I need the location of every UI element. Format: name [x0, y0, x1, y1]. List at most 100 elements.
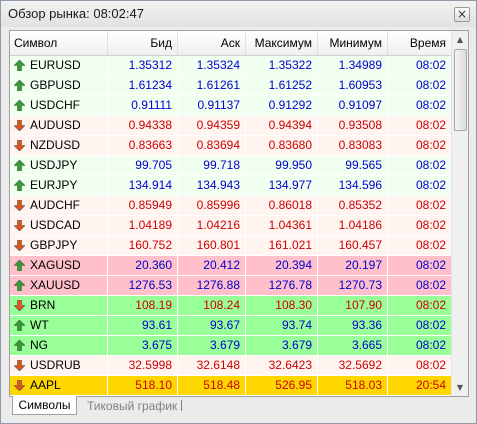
table-row[interactable]: AUDCHF 0.85949 0.85996 0.86018 0.85352 08:02: [10, 196, 451, 216]
table-body: EURUSD 1.35312 1.35324 1.35322 1.34989 08:02 G…: [10, 56, 451, 396]
column-header-symbol[interactable]: Символ: [10, 31, 108, 55]
bid-cell: 0.83663: [108, 136, 178, 155]
min-cell: 99.565: [318, 156, 388, 175]
min-cell: 134.596: [318, 176, 388, 195]
min-cell: 160.457: [318, 236, 388, 255]
vertical-scrollbar[interactable]: ▲ ▼: [451, 31, 468, 396]
arrow-down-icon: [14, 200, 25, 211]
window-title: Обзор рынка: 08:02:47: [8, 6, 144, 21]
table-row[interactable]: XAUUSD 1276.53 1276.88 1276.78 1270.73 08:02: [10, 276, 451, 296]
title-bar[interactable]: Обзор рынка: 08:02:47 ×: [1, 1, 476, 27]
table-row[interactable]: NG 3.675 3.679 3.679 3.665 08:02: [10, 336, 451, 356]
column-header-min[interactable]: Минимум: [318, 31, 388, 55]
time-cell: 08:02: [415, 278, 446, 292]
table-row[interactable]: USDCHF 0.91111 0.91137 0.91292 0.91097 08:02: [10, 96, 451, 116]
close-icon: ×: [456, 7, 468, 21]
ask-cell: 1276.88: [178, 276, 246, 295]
column-header-max[interactable]: Максимум: [246, 31, 318, 55]
symbol-label: USDRUB: [30, 358, 81, 372]
bid-cell: 160.752: [108, 236, 178, 255]
time-cell: 08:02: [415, 118, 446, 132]
scroll-down-icon[interactable]: ▼: [452, 379, 468, 396]
time-cell: 08:02: [415, 218, 446, 232]
table-row[interactable]: USDRUB 32.5998 32.6148 32.6423 32.5692 08:02: [10, 356, 451, 376]
ask-cell: 20.412: [178, 256, 246, 275]
symbol-cell: GBPUSD: [10, 76, 108, 95]
ask-cell: 0.83694: [178, 136, 246, 155]
symbol-label: AAPL: [30, 378, 61, 392]
table-row[interactable]: BRN 108.19 108.24 108.30 107.90 08:02: [10, 296, 451, 316]
quotes-table: Символ Бид Аск Максимум Минимум Время EU…: [9, 30, 469, 397]
symbol-cell: NG: [10, 336, 108, 355]
arrow-down-icon: [14, 220, 25, 231]
table-row[interactable]: AAPL 518.10 518.48 526.95 518.03 20:54: [10, 376, 451, 396]
tab-symbols[interactable]: Символы: [12, 396, 77, 415]
column-header-bid[interactable]: Бид: [108, 31, 178, 55]
min-cell: 20.197: [318, 256, 388, 275]
table-row[interactable]: GBPJPY 160.752 160.801 161.021 160.457 08:02: [10, 236, 451, 256]
close-button[interactable]: ×: [454, 7, 470, 22]
table-header: Символ Бид Аск Максимум Минимум Время: [10, 31, 451, 56]
symbol-cell: BRN: [10, 296, 108, 315]
tab-tick-chart[interactable]: Тиковый график: [87, 397, 177, 415]
symbol-label: USDCAD: [30, 218, 81, 232]
symbol-cell: EURJPY: [10, 176, 108, 195]
time-cell: 08:02: [415, 158, 446, 172]
table-row[interactable]: WT 93.61 93.67 93.74 93.36 08:02: [10, 316, 451, 336]
ask-cell: 518.48: [178, 376, 246, 395]
min-cell: 518.03: [318, 376, 388, 395]
max-cell: 161.021: [246, 236, 318, 255]
scroll-up-icon[interactable]: ▲: [452, 31, 468, 48]
table-row[interactable]: USDCAD 1.04189 1.04216 1.04361 1.04186 08:02: [10, 216, 451, 236]
bottom-tabs: Символы Тиковый график: [9, 396, 467, 416]
symbol-cell: XAGUSD: [10, 256, 108, 275]
symbol-label: EURUSD: [30, 58, 81, 72]
table-row[interactable]: AUDUSD 0.94338 0.94359 0.94394 0.93508 08:02: [10, 116, 451, 136]
ask-cell: 1.35324: [178, 56, 246, 75]
min-cell: 0.91097: [318, 96, 388, 115]
symbol-label: XAUUSD: [30, 278, 81, 292]
column-header-ask[interactable]: Аск: [178, 31, 246, 55]
bid-cell: 0.94338: [108, 116, 178, 135]
max-cell: 1.35322: [246, 56, 318, 75]
symbol-label: XAGUSD: [30, 258, 81, 272]
max-cell: 526.95: [246, 376, 318, 395]
time-cell: 08:02: [415, 198, 446, 212]
arrow-down-icon: [14, 380, 25, 391]
table-row[interactable]: EURJPY 134.914 134.943 134.977 134.596 08:02: [10, 176, 451, 196]
time-cell: 08:02: [415, 338, 446, 352]
time-cell: 08:02: [415, 238, 446, 252]
ask-cell: 3.679: [178, 336, 246, 355]
time-cell: 08:02: [415, 258, 446, 272]
column-header-time[interactable]: Время: [388, 31, 451, 55]
arrow-up-icon: [14, 260, 25, 271]
table-row[interactable]: USDJPY 99.705 99.718 99.950 99.565 08:02: [10, 156, 451, 176]
max-cell: 93.74: [246, 316, 318, 335]
max-cell: 134.977: [246, 176, 318, 195]
ask-cell: 0.94359: [178, 116, 246, 135]
max-cell: 20.394: [246, 256, 318, 275]
max-cell: 0.83680: [246, 136, 318, 155]
symbol-cell: AUDCHF: [10, 196, 108, 215]
arrow-up-icon: [14, 320, 25, 331]
symbol-cell: NZDUSD: [10, 136, 108, 155]
max-cell: 1.61252: [246, 76, 318, 95]
max-cell: 1.04361: [246, 216, 318, 235]
symbol-cell: GBPJPY: [10, 236, 108, 255]
max-cell: 108.30: [246, 296, 318, 315]
symbol-label: GBPJPY: [30, 238, 78, 252]
table-row[interactable]: XAGUSD 20.360 20.412 20.394 20.197 08:02: [10, 256, 451, 276]
time-cell: 08:02: [415, 178, 446, 192]
time-cell: 08:02: [415, 58, 446, 72]
max-cell: 0.91292: [246, 96, 318, 115]
symbol-cell: USDJPY: [10, 156, 108, 175]
min-cell: 1.60953: [318, 76, 388, 95]
table-row[interactable]: GBPUSD 1.61234 1.61261 1.61252 1.60953 08:02: [10, 76, 451, 96]
symbol-cell: XAUUSD: [10, 276, 108, 295]
table-row[interactable]: NZDUSD 0.83663 0.83694 0.83680 0.83083 08:02: [10, 136, 451, 156]
table-row[interactable]: EURUSD 1.35312 1.35324 1.35322 1.34989 08:02: [10, 56, 451, 76]
scrollbar-thumb[interactable]: [454, 49, 467, 131]
bid-cell: 1.35312: [108, 56, 178, 75]
symbol-label: USDCHF: [30, 98, 80, 112]
min-cell: 1.04186: [318, 216, 388, 235]
